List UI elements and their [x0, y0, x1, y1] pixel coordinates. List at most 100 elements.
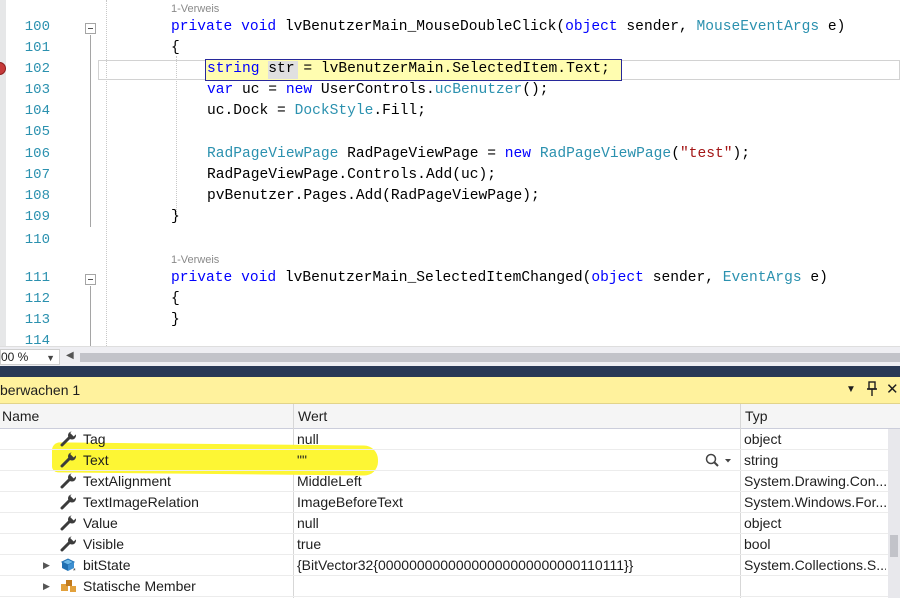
code-line-100[interactable]: private void lvBenutzerMain_MouseDoubleC…: [171, 17, 845, 38]
code-token: e): [819, 19, 846, 35]
watch-window-header: berwachen 1 ▼ ✕: [0, 377, 900, 404]
code-token: (: [671, 146, 680, 162]
editor-horizontal-bar: 00 % ▼ ◀: [0, 346, 900, 366]
watch-row[interactable]: Tag null object: [0, 429, 888, 450]
expand-arrow-icon[interactable]: ▶: [43, 581, 50, 592]
code-line-106[interactable]: RadPageViewPage RadPageViewPage = new Ra…: [207, 144, 750, 165]
code-line-112[interactable]: {: [171, 289, 180, 310]
watch-value[interactable]: "": [297, 452, 737, 468]
wrench-icon: [60, 536, 77, 552]
code-token: MouseEventArgs: [696, 19, 820, 35]
outline-line: [90, 286, 91, 346]
watch-column-header: Name Wert Typ: [0, 404, 900, 429]
watch-row[interactable]: Visible true bool: [0, 534, 888, 555]
code-line-109[interactable]: }: [171, 207, 180, 228]
code-token: var: [207, 82, 234, 98]
code-line-103[interactable]: var uc = new UserControls.ucBenutzer();: [207, 80, 549, 101]
column-header-type[interactable]: Typ: [745, 408, 768, 424]
vertical-scrollbar-thumb[interactable]: [890, 535, 898, 557]
code-token: "test": [679, 146, 733, 162]
line-number: 108: [24, 188, 50, 204]
watch-type: string: [744, 452, 779, 468]
expand-arrow-icon[interactable]: ▶: [43, 560, 50, 571]
code-token: object: [565, 19, 618, 35]
close-icon[interactable]: ✕: [886, 380, 899, 398]
watch-name: TextImageRelation: [83, 494, 199, 510]
code-line-108[interactable]: pvBenutzer.Pages.Add(RadPageViewPage);: [207, 186, 540, 207]
code-line-107[interactable]: RadPageViewPage.Controls.Add(uc);: [207, 165, 496, 186]
wrench-icon: [60, 431, 77, 447]
wrench-icon: [60, 515, 77, 531]
watch-name: TextAlignment: [83, 473, 171, 489]
watch-row[interactable]: Value null object: [0, 513, 888, 534]
code-line-101[interactable]: {: [171, 38, 180, 59]
zoom-dropdown[interactable]: 00 % ▼: [0, 349, 60, 365]
watch-type: System.Windows.For...: [744, 494, 886, 510]
wrench-icon: [60, 452, 77, 468]
watch-type: object: [744, 431, 782, 447]
line-number: 106: [24, 146, 50, 162]
breakpoint-icon[interactable]: [0, 62, 6, 75]
watch-row[interactable]: TextAlignment MiddleLeft System.Drawing.…: [0, 471, 888, 492]
code-token: RadPageViewPage: [207, 146, 339, 162]
svg-text:*: *: [73, 568, 76, 573]
horizontal-scrollbar-thumb[interactable]: [80, 353, 900, 362]
line-number: 102: [24, 61, 50, 77]
zoom-value: 00 %: [1, 350, 29, 364]
line-number: 114: [24, 333, 50, 346]
code-token: sender,: [617, 19, 697, 35]
code-token: private: [171, 270, 233, 286]
code-line-104[interactable]: uc.Dock = DockStyle.Fill;: [207, 101, 426, 122]
watch-value[interactable]: null: [297, 515, 737, 531]
code-editor[interactable]: 100 101 102 103 104 105 106 107 108 109 …: [0, 0, 900, 346]
panel-splitter[interactable]: [0, 366, 900, 377]
collapse-region-icon[interactable]: [85, 274, 96, 285]
line-number: 113: [24, 312, 50, 328]
code-token: lvBenutzerMain_MouseDoubleClick(: [276, 19, 566, 35]
breakpoint-margin[interactable]: [0, 0, 6, 346]
code-line-102[interactable]: string str = lvBenutzerMain.SelectedItem…: [207, 59, 610, 80]
watch-value[interactable]: {BitVector32{000000000000000000000000001…: [297, 557, 737, 573]
code-token: .Fill;: [373, 103, 426, 119]
collapse-region-icon[interactable]: [85, 23, 96, 34]
column-header-value[interactable]: Wert: [298, 408, 327, 424]
text-visualizer-search-icon[interactable]: [704, 453, 734, 469]
watch-vertical-scrollbar[interactable]: [888, 429, 900, 598]
chevron-down-icon: ▼: [46, 353, 55, 363]
code-token: ();: [522, 82, 549, 98]
watch-value[interactable]: true: [297, 536, 737, 552]
code-token: DockStyle: [294, 103, 374, 119]
watch-value[interactable]: MiddleLeft: [297, 473, 737, 489]
code-token: void: [241, 19, 277, 35]
watch-row[interactable]: Text "" string: [0, 450, 888, 471]
watch-row[interactable]: ▶ * bitState {BitVector32{00000000000000…: [0, 555, 888, 576]
column-header-name[interactable]: Name: [2, 408, 39, 424]
watch-row[interactable]: ▶ Statische Member: [0, 576, 888, 597]
window-menu-dropdown-icon[interactable]: ▼: [846, 384, 856, 395]
watch-value[interactable]: null: [297, 431, 737, 447]
line-number: 104: [24, 103, 50, 119]
line-number: 110: [24, 232, 50, 248]
codelens-references[interactable]: 1-Verweis: [171, 253, 219, 267]
code-token: void: [241, 270, 277, 286]
scroll-left-arrow-icon[interactable]: ◀: [66, 350, 74, 361]
code-token: string: [207, 61, 260, 77]
codelens-references[interactable]: 1-Verweis: [171, 2, 219, 16]
code-token: RadPageViewPage: [539, 146, 672, 162]
wrench-icon: [60, 494, 77, 510]
code-token: new: [285, 82, 313, 98]
code-token: RadPageViewPage =: [338, 146, 505, 162]
code-line-113[interactable]: }: [171, 310, 180, 331]
watch-row[interactable]: TextImageRelation ImageBeforeText System…: [0, 492, 888, 513]
watch-value[interactable]: ImageBeforeText: [297, 494, 737, 510]
pin-icon[interactable]: [866, 381, 878, 400]
line-number: 107: [24, 167, 50, 183]
watch-name: Text: [83, 452, 109, 468]
code-token: uc =: [233, 82, 286, 98]
indent-guide: [176, 56, 177, 216]
code-line-111[interactable]: private void lvBenutzerMain_SelectedItem…: [171, 268, 828, 289]
code-token: ucBenutzer: [434, 82, 523, 98]
